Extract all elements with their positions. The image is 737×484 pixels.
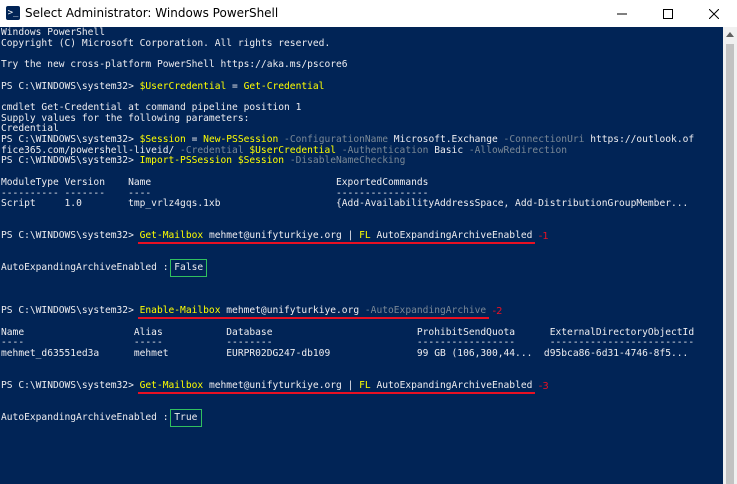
command-token: Enable-Mailbox: [139, 305, 221, 317]
command-token: Get-Credential: [243, 80, 325, 92]
console-text: AutoExpandingArchiveEnabled : True: [1, 412, 198, 424]
command-token: Get-Mailbox: [139, 380, 204, 392]
console-text: ---- ----- -------- ----------------- --…: [1, 337, 695, 349]
parameter-token: -DisableNameChecking: [284, 155, 406, 167]
parameter-token: -Authentication: [336, 144, 435, 156]
value-highlight-box: [170, 259, 208, 278]
close-icon: [709, 8, 719, 19]
console-text: Script 1.0 tmp_vrlz4gqs.1xb {Add-Availab…: [1, 198, 689, 210]
console-text: =: [185, 134, 204, 145]
console-line: Copyright (C) Microsoft Corporation. All…: [1, 37, 331, 50]
console-text: Try the new cross-platform PowerShell ht…: [1, 59, 348, 71]
powershell-icon: >_: [6, 6, 20, 20]
minimize-button[interactable]: [599, 0, 645, 27]
command-token: FL: [359, 230, 371, 242]
console-line: PS C:\WINDOWS\system32> Get-Mailbox mehm…: [1, 230, 533, 242]
command-token: New-PSSession: [203, 134, 279, 145]
parameter-token: -ConfigurationName: [278, 134, 394, 145]
command-token: FL: [359, 380, 371, 392]
console-text: PS C:\WINDOWS\system32>: [1, 380, 140, 392]
console-text: PS C:\WINDOWS\system32>: [1, 155, 140, 167]
console-text: PS C:\WINDOWS\system32>: [1, 80, 140, 92]
powershell-window: >_ Select Administrator: Windows PowerSh…: [0, 0, 737, 484]
console-text: PS C:\WINDOWS\system32>: [1, 305, 140, 317]
value-highlight-box: [170, 409, 202, 427]
console-text: Windows PowerShell: [1, 27, 105, 38]
console-text: https://outlook.of: [590, 134, 695, 145]
maximize-button[interactable]: [645, 0, 691, 27]
command-token: $UserCredential: [139, 80, 227, 92]
annotation-number: -1: [538, 231, 549, 243]
close-button[interactable]: [691, 0, 737, 27]
vertical-scrollbar[interactable]: [723, 27, 737, 484]
parameter-token: -AllowRedirection: [463, 144, 568, 156]
console-line: PS C:\WINDOWS\system32> Get-Mailbox mehm…: [1, 380, 533, 392]
console-text: AutoExpandingArchiveEnabled: [370, 230, 533, 242]
console-line: PS C:\WINDOWS\system32> $UserCredential …: [1, 80, 325, 93]
console-text: AutoExpandingArchiveEnabled: [370, 380, 533, 392]
console-text: Name Alias Database ProhibitSendQuota Ex…: [1, 326, 695, 338]
console-text: PS C:\WINDOWS\system32>: [1, 134, 140, 145]
command-token: $Session: [237, 155, 285, 167]
console-text: mehmet_d63551ed3a mehmet EURPR02DG247-db…: [1, 348, 689, 359]
annotation-underline: [137, 317, 489, 320]
scroll-up-arrow-icon[interactable]: [723, 27, 737, 41]
annotation-underline: [137, 392, 535, 395]
console-text: Microsoft.Exchange: [393, 134, 498, 145]
command-token: $Session: [139, 134, 186, 145]
console-line: AutoExpandingArchiveEnabled : True: [1, 412, 198, 424]
console-line: Try the new cross-platform PowerShell ht…: [1, 59, 348, 71]
title-bar[interactable]: >_ Select Administrator: Windows PowerSh…: [0, 0, 737, 28]
console-line: Script 1.0 tmp_vrlz4gqs.1xb {Add-Availab…: [1, 198, 689, 210]
scrollbar-thumb[interactable]: [726, 44, 734, 484]
console-text: fice365.com/powershell-liveid/: [1, 144, 175, 156]
annotation-number: -3: [538, 381, 549, 393]
window-title: Select Administrator: Windows PowerShell: [25, 6, 279, 20]
console-text: Basic: [434, 144, 464, 156]
annotation-number: -2: [492, 306, 503, 318]
console-line: PS C:\WINDOWS\system32> Enable-Mailbox m…: [1, 305, 487, 317]
console-text: ModuleType Version Name ExportedCommands: [1, 176, 429, 188]
console-text: mehmet@unifyturkiye.org |: [203, 230, 360, 242]
console-text: Credential: [1, 123, 59, 135]
console-text: mehmet@unifyturkiye.org |: [203, 380, 360, 392]
minimize-icon: [617, 13, 627, 14]
console-text: =: [226, 80, 244, 92]
command-token: $UserCredential: [249, 144, 337, 156]
annotation-underline: [137, 242, 535, 245]
maximize-icon: [663, 8, 673, 19]
console-text: mehmet@unifyturkiye.org: [220, 305, 365, 317]
command-token: Get-Mailbox: [139, 230, 204, 242]
parameter-token: -ConnectionUri: [497, 134, 591, 145]
parameter-token: -AutoExpandingArchive: [364, 305, 487, 317]
parameter-token: -Credential: [174, 144, 250, 156]
console-output[interactable]: Windows PowerShell Copyright (C) Microsof…: [0, 27, 723, 484]
console-line: PS C:\WINDOWS\system32> Import-PSSession…: [1, 156, 405, 167]
console-text: PS C:\WINDOWS\system32>: [1, 230, 140, 242]
command-token: Import-PSSession: [139, 155, 233, 167]
console-text: Copyright (C) Microsoft Corporation. All…: [1, 37, 331, 49]
console-text: ---------- ------- ---- ----------------: [1, 187, 429, 199]
console-text: cmdlet Get-Credential at command pipelin…: [1, 101, 302, 113]
console-line: mehmet_d63551ed3a mehmet EURPR02DG247-db…: [1, 348, 689, 360]
console-text: Supply values for the following paramete…: [1, 112, 250, 124]
